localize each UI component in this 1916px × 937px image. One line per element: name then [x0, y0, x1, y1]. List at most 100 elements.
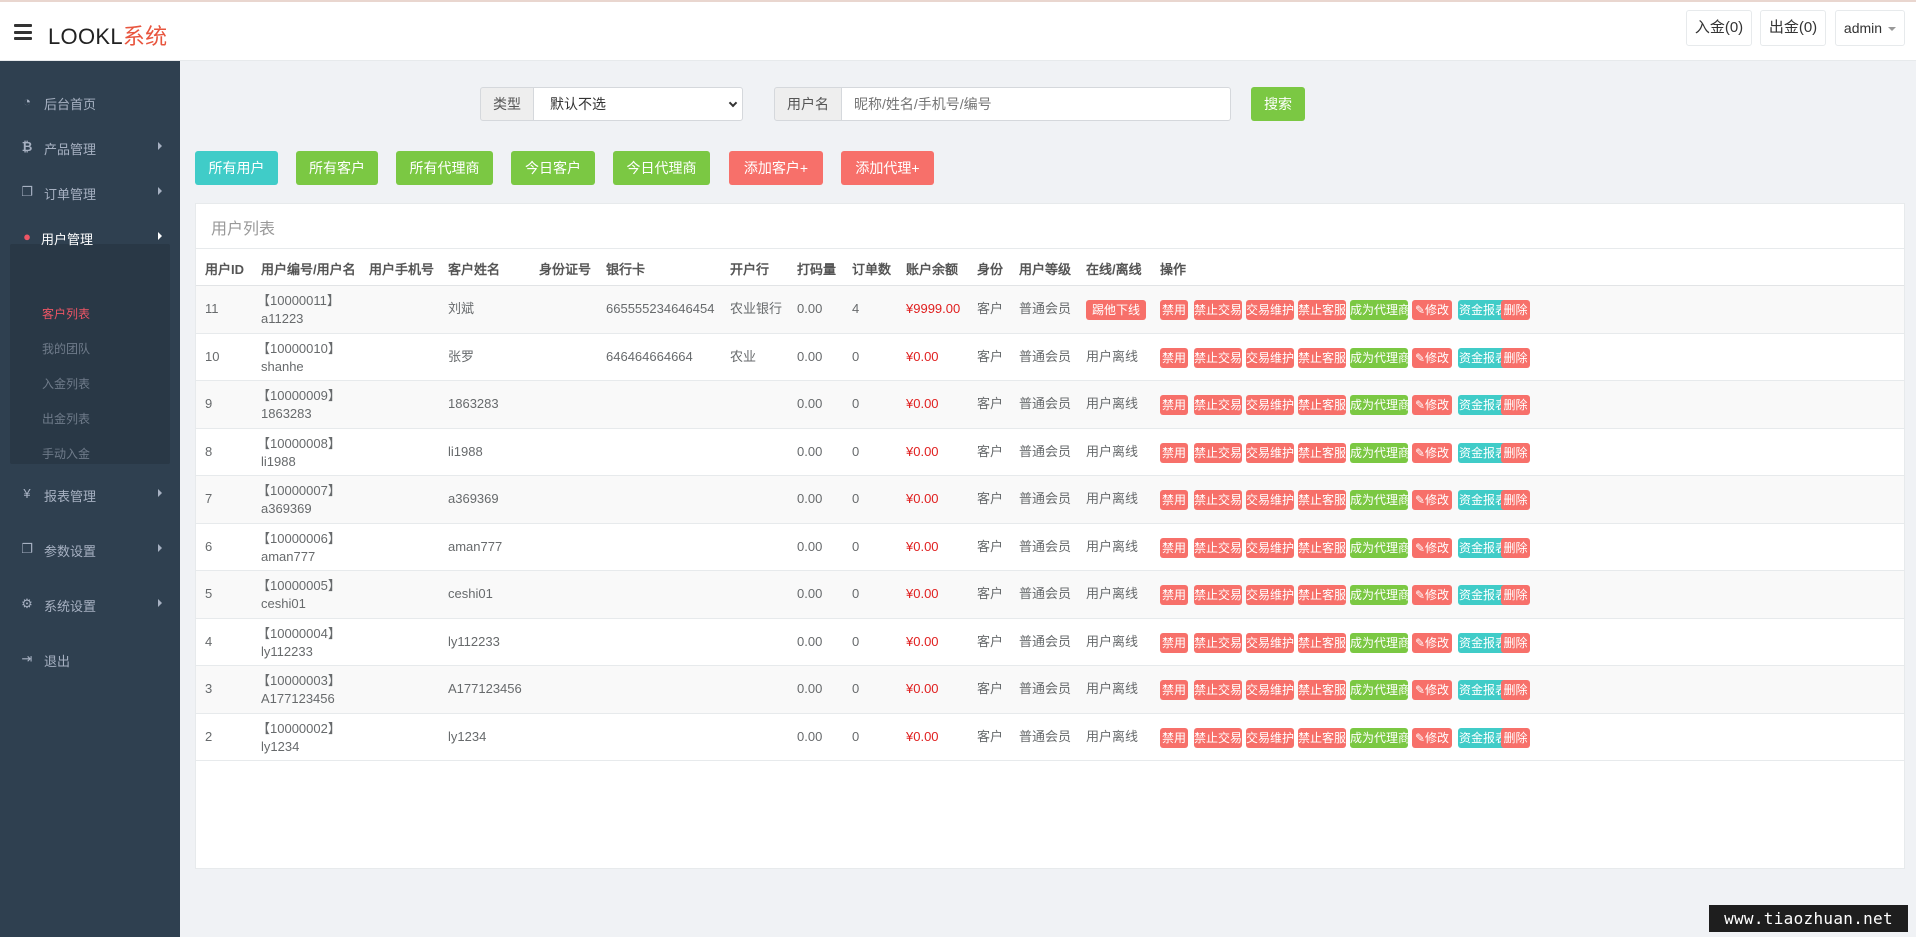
ban-service-button[interactable]: 禁止客服: [1298, 347, 1346, 368]
disable-button[interactable]: 禁用: [1160, 727, 1188, 748]
trade-maintenance-button[interactable]: 交易维护: [1246, 347, 1294, 368]
edit-button[interactable]: ✎修改: [1412, 585, 1452, 605]
trade-maintenance-button[interactable]: 交易维护: [1246, 727, 1294, 748]
sidebar-subitem-withdraw-list[interactable]: 出金列表: [42, 410, 90, 427]
disable-button[interactable]: 禁用: [1160, 395, 1188, 415]
deposit-button[interactable]: 入金(0): [1686, 10, 1752, 46]
disable-button[interactable]: 禁用: [1160, 300, 1188, 320]
ban-trade-button[interactable]: 禁止交易: [1194, 395, 1242, 415]
ban-service-button[interactable]: 禁止客服: [1298, 632, 1346, 653]
edit-button[interactable]: ✎修改: [1412, 727, 1452, 748]
add-customer-button[interactable]: 添加客户+: [729, 151, 823, 185]
trade-maintenance-button[interactable]: 交易维护: [1246, 300, 1294, 320]
ban-service-button[interactable]: 禁止客服: [1298, 442, 1346, 463]
make-agent-button[interactable]: 成为代理商: [1350, 680, 1410, 700]
add-agent-button[interactable]: 添加代理+: [841, 151, 934, 185]
make-agent-button[interactable]: 成为代理商: [1350, 632, 1410, 653]
sidebar-item-home[interactable]: ◔ 后台首页: [0, 82, 180, 122]
ban-trade-button[interactable]: 禁止交易: [1194, 347, 1242, 368]
disable-button[interactable]: 禁用: [1160, 442, 1188, 463]
delete-button[interactable]: 删除: [1501, 537, 1530, 558]
trade-maintenance-button[interactable]: 交易维护: [1246, 632, 1294, 653]
delete-button[interactable]: 删除: [1501, 300, 1530, 320]
trade-maintenance-button[interactable]: 交易维护: [1246, 585, 1294, 605]
ban-service-button[interactable]: 禁止客服: [1298, 537, 1346, 558]
ban-service-button[interactable]: 禁止客服: [1298, 727, 1346, 748]
disable-button[interactable]: 禁用: [1160, 347, 1188, 368]
sidebar-item-reports[interactable]: ¥ 报表管理: [0, 474, 180, 514]
delete-button[interactable]: 删除: [1501, 680, 1530, 700]
ban-trade-button[interactable]: 禁止交易: [1194, 680, 1242, 700]
withdraw-button[interactable]: 出金(0): [1760, 10, 1826, 46]
all-users-button[interactable]: 所有用户: [195, 151, 278, 185]
ban-trade-button[interactable]: 禁止交易: [1194, 727, 1242, 748]
make-agent-button[interactable]: 成为代理商: [1350, 442, 1410, 463]
trade-maintenance-button[interactable]: 交易维护: [1246, 680, 1294, 700]
disable-button[interactable]: 禁用: [1160, 632, 1188, 653]
edit-button[interactable]: ✎修改: [1412, 300, 1452, 320]
hamburger-icon[interactable]: [14, 24, 32, 40]
all-agents-button[interactable]: 所有代理商: [396, 151, 493, 185]
admin-menu-button[interactable]: admin: [1835, 10, 1905, 46]
ban-service-button[interactable]: 禁止客服: [1298, 395, 1346, 415]
ban-trade-button[interactable]: 禁止交易: [1194, 585, 1242, 605]
today-agents-button[interactable]: 今日代理商: [613, 151, 710, 185]
edit-button[interactable]: ✎修改: [1412, 537, 1452, 558]
edit-button[interactable]: ✎修改: [1412, 442, 1452, 463]
kick-offline-button[interactable]: 踢他下线: [1086, 300, 1147, 320]
disable-button[interactable]: 禁用: [1160, 585, 1188, 605]
make-agent-button[interactable]: 成为代理商: [1350, 347, 1410, 368]
today-customers-button[interactable]: 今日客户: [511, 151, 595, 185]
make-agent-button[interactable]: 成为代理商: [1350, 727, 1410, 748]
ban-service-button[interactable]: 禁止客服: [1298, 300, 1346, 320]
sidebar-item-products[interactable]: ₿ 产品管理: [0, 127, 180, 167]
edit-button[interactable]: ✎修改: [1412, 680, 1452, 700]
type-select[interactable]: 默认不选: [533, 87, 743, 121]
trade-maintenance-button[interactable]: 交易维护: [1246, 490, 1294, 510]
trade-maintenance-button[interactable]: 交易维护: [1246, 395, 1294, 415]
sidebar-item-logout[interactable]: ⇥ 退出: [0, 639, 180, 679]
delete-button[interactable]: 删除: [1501, 490, 1530, 510]
ban-trade-button[interactable]: 禁止交易: [1194, 632, 1242, 653]
all-customers-button[interactable]: 所有客户: [296, 151, 378, 185]
delete-button[interactable]: 删除: [1501, 347, 1530, 368]
make-agent-button[interactable]: 成为代理商: [1350, 537, 1410, 558]
ban-service-button[interactable]: 禁止客服: [1298, 680, 1346, 700]
make-agent-button[interactable]: 成为代理商: [1350, 300, 1410, 320]
ban-service-button[interactable]: 禁止客服: [1298, 585, 1346, 605]
make-agent-button[interactable]: 成为代理商: [1350, 585, 1410, 605]
search-button[interactable]: 搜索: [1251, 87, 1305, 121]
edit-button[interactable]: ✎修改: [1412, 490, 1452, 510]
delete-button[interactable]: 删除: [1501, 442, 1530, 463]
disable-button[interactable]: 禁用: [1160, 680, 1188, 700]
sidebar-subitem-deposit-list[interactable]: 入金列表: [42, 375, 90, 392]
sidebar-subitem-my-team[interactable]: 我的团队: [42, 340, 90, 357]
ban-service-button[interactable]: 禁止客服: [1298, 490, 1346, 510]
delete-button[interactable]: 删除: [1501, 585, 1530, 605]
edit-button[interactable]: ✎修改: [1412, 632, 1452, 653]
delete-button[interactable]: 删除: [1501, 395, 1530, 415]
ban-trade-button[interactable]: 禁止交易: [1194, 442, 1242, 463]
disable-button[interactable]: 禁用: [1160, 490, 1188, 510]
ban-trade-button[interactable]: 禁止交易: [1194, 537, 1242, 558]
sidebar-item-params[interactable]: ❐ 参数设置: [0, 529, 180, 569]
user-id-cell: 11: [205, 301, 219, 316]
sidebar-item-system[interactable]: ⚙ 系统设置: [0, 584, 180, 624]
balance-cell: ¥0.00: [906, 728, 939, 744]
keyword-input[interactable]: [841, 87, 1231, 121]
make-agent-button[interactable]: 成为代理商: [1350, 395, 1410, 415]
sidebar-subitem-manual-deposit[interactable]: 手动入金: [42, 445, 90, 462]
ban-trade-button[interactable]: 禁止交易: [1194, 490, 1242, 510]
make-agent-button[interactable]: 成为代理商: [1350, 490, 1410, 510]
disable-button[interactable]: 禁用: [1160, 537, 1188, 558]
edit-button[interactable]: ✎修改: [1412, 347, 1452, 368]
delete-button[interactable]: 删除: [1501, 632, 1530, 653]
sidebar-subitem-customer-list[interactable]: 客户列表: [42, 305, 90, 322]
sidebar-item-orders[interactable]: ❐ 订单管理: [0, 172, 180, 212]
sidebar-item-users[interactable]: ● 用户管理: [0, 217, 180, 257]
trade-maintenance-button[interactable]: 交易维护: [1246, 537, 1294, 558]
trade-maintenance-button[interactable]: 交易维护: [1246, 442, 1294, 463]
ban-trade-button[interactable]: 禁止交易: [1194, 300, 1242, 320]
delete-button[interactable]: 删除: [1501, 727, 1530, 748]
edit-button[interactable]: ✎修改: [1412, 395, 1452, 415]
